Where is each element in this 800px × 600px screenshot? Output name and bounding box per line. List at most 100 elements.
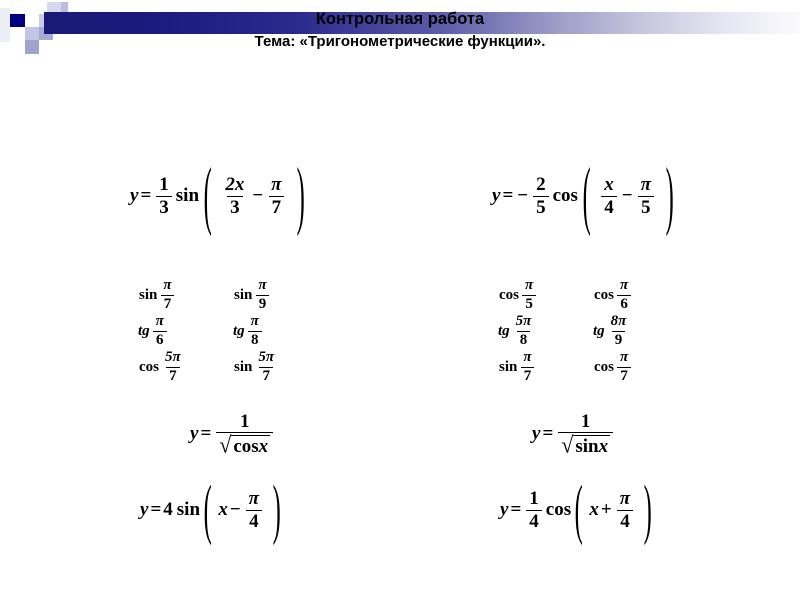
trig-value-item: tg π 8 xyxy=(233,313,328,349)
angle-fraction: 5π 7 xyxy=(162,348,184,385)
trig-value-item: sin 5π 7 xyxy=(233,349,328,385)
fraction-denominator: 6 xyxy=(153,330,167,349)
argument-fraction: 2x 3 xyxy=(222,175,247,218)
fraction-numerator: π xyxy=(619,488,631,509)
equals-sign: = xyxy=(140,185,152,207)
formula-variable-y: y xyxy=(190,423,199,445)
reciprocal-fraction: 1 √ cosx xyxy=(216,412,274,457)
fraction-numerator: 2x xyxy=(225,174,245,195)
radicand: sinx xyxy=(573,434,611,457)
pi-fraction: π 7 xyxy=(268,174,285,218)
angle-fraction: 5π 8 xyxy=(513,312,535,349)
function-name-cos: cos xyxy=(552,185,578,207)
fraction-numerator: 5π xyxy=(515,312,532,329)
trig-value-item: sin π 7 xyxy=(498,349,593,385)
fraction-numerator: π xyxy=(248,488,260,509)
function-name-cos: cos xyxy=(545,499,572,521)
fraction-numerator: 5π xyxy=(165,348,181,365)
formula-sqrt-right: y = 1 √ sinx xyxy=(532,412,616,457)
left-parenthesis: ( xyxy=(582,154,591,238)
trig-value-item: cos π 6 xyxy=(593,277,688,313)
formula-top-left: y = 1 3 sin ( 2x 3 − π 7 ) xyxy=(130,158,308,235)
left-parenthesis: ( xyxy=(203,473,212,547)
page-title: Контрольная работа xyxy=(315,10,485,28)
formula-variable-x: x xyxy=(598,435,609,457)
trig-value-item: cos π 7 xyxy=(593,349,688,385)
function-name-tg: tg xyxy=(498,322,510,339)
fraction-numerator: π xyxy=(640,174,651,195)
angle-fraction: π9 xyxy=(255,276,270,313)
function-name-sin: sin xyxy=(234,286,253,303)
fraction-numerator: π xyxy=(523,348,532,365)
formula-sqrt-left: y = 1 √ cosx xyxy=(190,412,276,457)
fraction-denominator: 3 xyxy=(156,195,172,218)
radicand: cosx xyxy=(231,434,271,457)
formula-variable-y: y xyxy=(130,185,139,207)
fraction-denominator: 8 xyxy=(248,330,262,349)
fraction-numerator: 5π xyxy=(258,348,275,365)
fraction-denominator: 7 xyxy=(259,366,273,385)
function-name-sin: sin xyxy=(175,185,200,207)
fraction-denominator: 5 xyxy=(638,195,654,218)
formula-variable-x: x xyxy=(218,499,228,521)
fraction-denominator: 7 xyxy=(617,366,631,385)
fraction-denominator: 7 xyxy=(268,195,285,218)
function-name-tg: tg xyxy=(233,322,245,339)
fraction-numerator: π xyxy=(258,276,267,293)
pi-fraction: π 4 xyxy=(617,489,633,532)
formula-top-right: y = − 2 5 cos ( x 4 − π 5 ) xyxy=(492,158,677,235)
trig-value-item: sin π 7 xyxy=(138,277,233,313)
function-name-cos: cos xyxy=(594,286,614,303)
pi-fraction: π 4 xyxy=(246,489,262,532)
minus-sign: − xyxy=(252,185,264,207)
fraction-denominator: 3 xyxy=(227,195,243,218)
fraction-numerator: 1 xyxy=(529,488,539,509)
fraction-numerator: 2 xyxy=(536,174,546,195)
square-root-expression: √ sinx xyxy=(561,431,611,458)
minus-sign: − xyxy=(621,185,633,207)
right-parenthesis: ) xyxy=(643,473,652,547)
function-name-tg: tg xyxy=(138,322,150,339)
minus-sign: − xyxy=(229,499,241,521)
coefficient-fraction: 1 3 xyxy=(156,175,172,218)
angle-fraction: π5 xyxy=(522,277,536,313)
fraction-numerator: 1 xyxy=(580,411,591,432)
equals-sign: = xyxy=(542,423,554,445)
equals-sign: = xyxy=(200,423,212,445)
fraction-denominator: 4 xyxy=(526,509,542,532)
plus-sign: + xyxy=(600,499,612,521)
formula-variable-y: y xyxy=(492,185,501,207)
fraction-numerator: 8π xyxy=(610,312,627,329)
pi-fraction: π 5 xyxy=(638,175,654,218)
trig-values-block-left: sin π 7 sin π 9 tg π 6 tg π 8 cos 5π 7 sin 5π 7 xyxy=(138,277,328,385)
angle-fraction: 5π 7 xyxy=(255,348,277,385)
fraction-numerator: 1 xyxy=(159,174,169,195)
fraction-numerator: π xyxy=(250,312,259,329)
fraction-numerator: x xyxy=(604,174,614,195)
fraction-denominator: 5 xyxy=(522,294,536,313)
trig-value-item: tg 5π 8 xyxy=(498,313,593,349)
right-parenthesis: ) xyxy=(272,473,281,547)
radical-icon: √ xyxy=(561,431,574,458)
formula-variable-x: x xyxy=(258,435,269,457)
fraction-numerator: π xyxy=(271,174,282,195)
fraction-denominator: 9 xyxy=(255,294,270,313)
fraction-denominator: √ cosx xyxy=(216,431,274,457)
function-name-sin: sin xyxy=(234,358,253,375)
fraction-denominator: 7 xyxy=(520,366,535,385)
negative-sign: − xyxy=(517,185,529,207)
angle-fraction: π7 xyxy=(617,348,631,385)
fraction-denominator: 7 xyxy=(160,294,175,313)
fraction-denominator: 9 xyxy=(611,330,626,349)
fraction-numerator: π xyxy=(620,276,629,293)
fraction-denominator: 8 xyxy=(516,330,531,349)
angle-fraction: π6 xyxy=(153,313,167,349)
formula-variable-y: y xyxy=(500,499,509,521)
trig-value-item: tg 8π 9 xyxy=(593,313,688,349)
angle-fraction: π8 xyxy=(248,312,262,349)
argument-fraction: x 4 xyxy=(601,175,617,218)
fraction-denominator: 7 xyxy=(166,366,180,385)
coefficient-fraction: 2 5 xyxy=(533,175,549,218)
function-name-sin: sin xyxy=(575,435,599,457)
fraction-numerator: π xyxy=(620,348,629,365)
